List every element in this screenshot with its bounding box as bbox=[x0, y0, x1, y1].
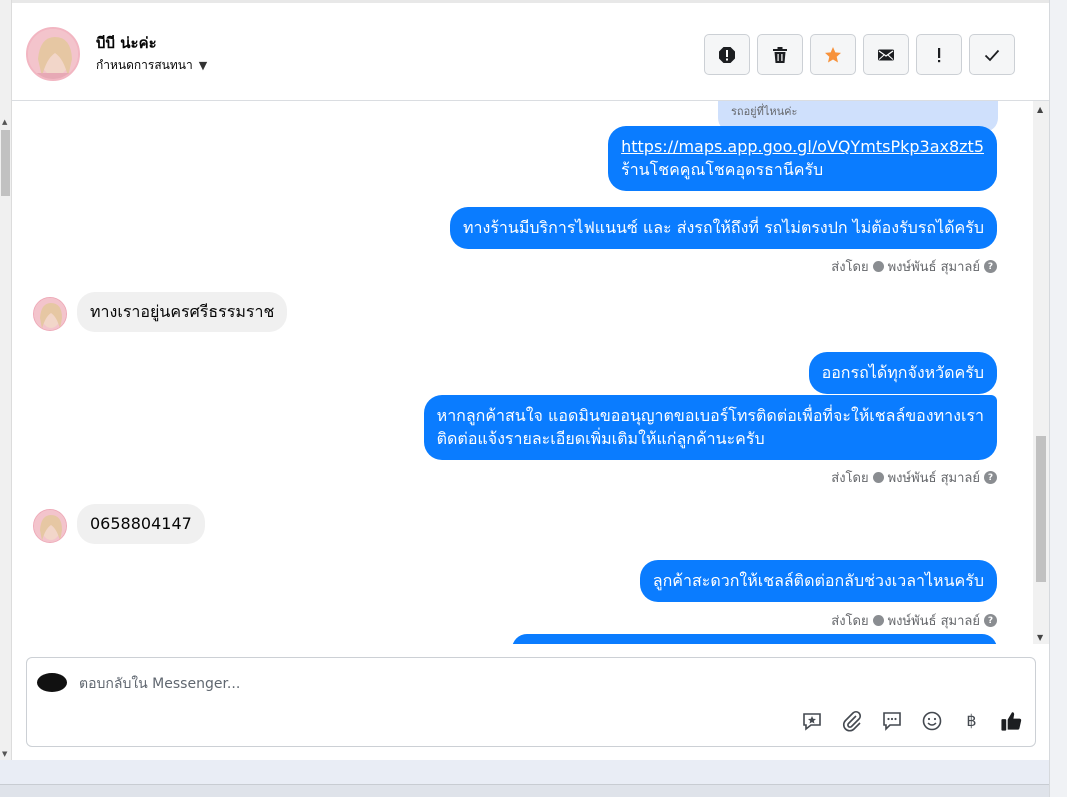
attachment-icon[interactable] bbox=[840, 709, 863, 732]
contact-avatar[interactable] bbox=[26, 27, 80, 81]
sticker-icon[interactable] bbox=[800, 709, 823, 732]
message-text: ทางเราอยู่นครศรีธรรมราช bbox=[90, 302, 275, 321]
thread-scrollbar[interactable]: ▲ ▼ bbox=[1033, 101, 1049, 644]
page-avatar-icon bbox=[872, 472, 884, 483]
assign-conversation[interactable]: กำหนดการสนทนา ▼ bbox=[96, 56, 207, 75]
sent-by-prefix: ส่งโดย bbox=[831, 614, 869, 629]
message-thread[interactable]: รถอยู่ที่ไหนค่ะ https://maps.app.goo.gl/… bbox=[12, 101, 1035, 644]
taskbar bbox=[0, 784, 1049, 797]
sent-by-prefix: ส่งโดย bbox=[831, 471, 869, 486]
message-bubble-incoming[interactable]: ทางเราอยู่นครศรีธรรมราช bbox=[77, 292, 288, 332]
sent-by-prefix: ส่งโดย bbox=[831, 260, 869, 275]
message-bubble-outgoing[interactable]: ลูกค้าสะดวกให้เชลล์ติดต่อกลับช่วงเวลาไหน… bbox=[639, 560, 997, 602]
reply-input[interactable] bbox=[79, 673, 779, 695]
contact-avatar-small[interactable] bbox=[33, 297, 67, 331]
saved-reply-icon[interactable] bbox=[880, 709, 903, 732]
delete-button[interactable] bbox=[757, 34, 803, 75]
caret-down-icon: ▼ bbox=[198, 59, 208, 72]
message-text: ออกรถได้ทุกจังหวัดครับ bbox=[821, 363, 984, 382]
mark-unread-button[interactable] bbox=[863, 34, 909, 75]
help-icon[interactable]: ? bbox=[984, 471, 997, 484]
trash-icon bbox=[773, 46, 787, 63]
like-icon[interactable] bbox=[1000, 709, 1023, 732]
message-bubble-incoming[interactable]: 0658804147 bbox=[77, 504, 205, 544]
sent-by-name[interactable]: พงษ์พันธ์ สุมาลย์ bbox=[888, 467, 980, 488]
outer-scrollbar[interactable]: ▲ ▼ bbox=[0, 0, 12, 760]
reply-composer: ฿ bbox=[26, 657, 1036, 747]
help-icon[interactable]: ? bbox=[984, 614, 997, 627]
scroll-down-arrow[interactable]: ▼ bbox=[2, 750, 7, 758]
sent-by-name[interactable]: พงษ์พันธ์ สุมาลย์ bbox=[888, 256, 980, 277]
composer-actions: ฿ bbox=[800, 709, 1023, 732]
message-bubble-outgoing-partial[interactable] bbox=[512, 634, 997, 644]
message-text: ร้านโชคคูณโชคอุดรธานีครับ bbox=[621, 160, 824, 179]
message-text-line: ติดต่อแจ้งรายละเอียดเพิ่มเติมให้แก่ลูกค้… bbox=[436, 429, 765, 448]
message-bubble-outgoing[interactable]: หากลูกค้าสนใจ แอดมินขออนุญาตขอเบอร์โทรติ… bbox=[423, 395, 997, 460]
page-avatar-icon bbox=[872, 615, 884, 626]
sent-by-line: ส่งโดย พงษ์พันธ์ สุมาลย์ ? bbox=[831, 256, 997, 277]
emoji-icon[interactable] bbox=[920, 709, 943, 732]
chat-header: บีบี น่ะค่ะ กำหนดการสนทนา ▼ bbox=[12, 0, 1049, 101]
assign-label: กำหนดการสนทนา bbox=[96, 58, 193, 72]
scroll-up-arrow[interactable]: ▲ bbox=[1037, 105, 1043, 114]
message-bubble-outgoing[interactable]: ทางร้านมีบริการไฟแนนซ์ และ ส่งรถให้ถึงที… bbox=[449, 207, 997, 249]
follow-up-button[interactable] bbox=[916, 34, 962, 75]
contact-avatar-small[interactable] bbox=[33, 509, 67, 543]
scroll-down-arrow[interactable]: ▼ bbox=[1037, 633, 1043, 642]
maps-link[interactable]: https://maps.app.goo.gl/oVQYmtsPkp3ax8zt… bbox=[621, 137, 984, 156]
mark-spam-button[interactable] bbox=[704, 34, 750, 75]
star-button[interactable] bbox=[810, 34, 856, 75]
mark-done-button[interactable] bbox=[969, 34, 1015, 75]
exclamation-icon bbox=[938, 47, 941, 62]
message-text-line: หากลูกค้าสนใจ แอดมินขออนุญาตขอเบอร์โทรติ… bbox=[436, 406, 984, 425]
message-text: 0658804147 bbox=[90, 514, 192, 533]
outer-scroll-thumb[interactable] bbox=[1, 130, 10, 196]
spam-icon bbox=[719, 46, 735, 63]
star-icon bbox=[825, 46, 841, 62]
message-bubble-outgoing[interactable]: https://maps.app.goo.gl/oVQYmtsPkp3ax8zt… bbox=[608, 126, 997, 191]
sent-by-line: ส่งโดย พงษ์พันธ์ สุมาลย์ ? bbox=[831, 610, 997, 631]
envelope-icon bbox=[878, 49, 894, 60]
contact-name[interactable]: บีบี น่ะค่ะ bbox=[96, 31, 157, 55]
sent-by-name[interactable]: พงษ์พันธ์ สุมาลย์ bbox=[888, 610, 980, 631]
page-edge bbox=[1049, 0, 1067, 797]
action-toolbar bbox=[704, 34, 1015, 75]
message-text: ลูกค้าสะดวกให้เชลล์ติดต่อกลับช่วงเวลาไหน… bbox=[652, 571, 984, 590]
scroll-up-arrow[interactable]: ▲ bbox=[2, 118, 7, 126]
check-icon bbox=[984, 49, 1000, 61]
help-icon[interactable]: ? bbox=[984, 260, 997, 273]
page-logo bbox=[37, 673, 67, 692]
message-bubble-outgoing[interactable]: ออกรถได้ทุกจังหวัดครับ bbox=[808, 352, 997, 394]
baht-icon[interactable]: ฿ bbox=[960, 709, 983, 732]
message-text: ทางร้านมีบริการไฟแนนซ์ และ ส่งรถให้ถึงที… bbox=[462, 218, 984, 237]
chat-panel: บีบี น่ะค่ะ กำหนดการสนทนา ▼ รถอยู่ที่ไหน… bbox=[12, 0, 1049, 760]
thread-scroll-thumb[interactable] bbox=[1036, 436, 1046, 582]
page-avatar-icon bbox=[872, 261, 884, 272]
sent-by-line: ส่งโดย พงษ์พันธ์ สุมาลย์ ? bbox=[831, 467, 997, 488]
